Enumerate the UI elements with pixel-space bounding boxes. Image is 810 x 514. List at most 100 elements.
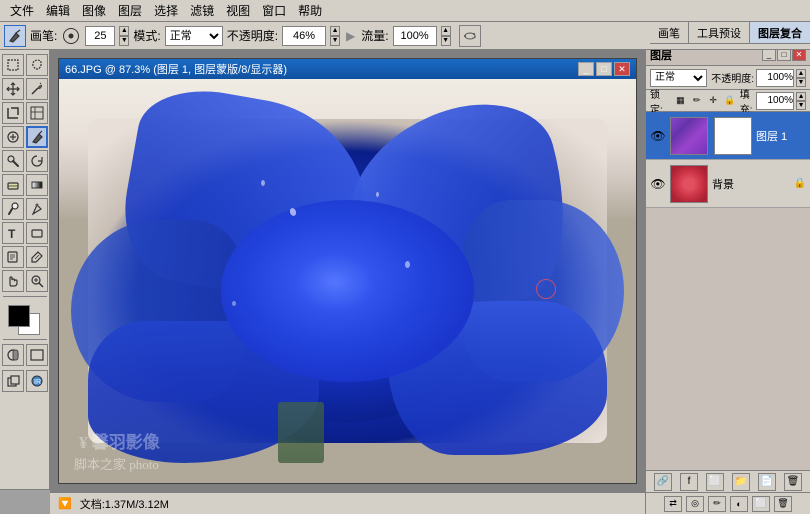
- fill-up[interactable]: ▲: [796, 92, 806, 101]
- brush-preview[interactable]: [63, 28, 79, 44]
- main-canvas-area: 66.JPG @ 87.3% (图层 1, 图层蒙版/8/显示器) _ □ ✕: [50, 50, 645, 492]
- flow-up[interactable]: ▲: [441, 26, 451, 36]
- layer1-visibility-btn[interactable]: 👁: [650, 128, 666, 144]
- opacity-up[interactable]: ▲: [330, 26, 340, 36]
- brush-size-input[interactable]: [85, 26, 115, 46]
- lock-all-btn[interactable]: 🔒: [723, 94, 735, 108]
- tool-healing[interactable]: [2, 126, 24, 148]
- flow-down[interactable]: ▼: [441, 36, 451, 46]
- mode-select[interactable]: 正常: [165, 26, 223, 46]
- panel-status-btn3[interactable]: ✏: [708, 496, 726, 512]
- panel-status-btn6[interactable]: 🗑: [774, 496, 792, 512]
- layers-mode-select[interactable]: 正常: [650, 69, 707, 87]
- tool-slice[interactable]: [26, 102, 48, 124]
- flow-input[interactable]: [393, 26, 437, 46]
- foreground-color[interactable]: [8, 305, 30, 327]
- brush-size-up[interactable]: ▲: [119, 26, 129, 36]
- tool-quick-mask[interactable]: [2, 344, 24, 366]
- fill-group: 填充: ▲ ▼: [740, 86, 806, 116]
- tool-shape[interactable]: [26, 222, 48, 244]
- fill-input[interactable]: [756, 92, 794, 110]
- new-group-btn[interactable]: 📁: [732, 473, 750, 491]
- tool-jump-to[interactable]: [2, 370, 24, 392]
- tool-brush[interactable]: [26, 126, 48, 148]
- document-title: 66.JPG @ 87.3% (图层 1, 图层蒙版/8/显示器): [65, 61, 578, 77]
- panel-status-btn1[interactable]: ⇄: [664, 496, 682, 512]
- document-window: 66.JPG @ 87.3% (图层 1, 图层蒙版/8/显示器) _ □ ✕: [58, 58, 637, 484]
- tool-text[interactable]: T: [2, 222, 24, 244]
- delete-layer-btn[interactable]: 🗑: [784, 473, 802, 491]
- window-maximize-btn[interactable]: □: [596, 62, 612, 76]
- tool-marquee-lasso[interactable]: [26, 54, 48, 76]
- menu-view[interactable]: 视图: [220, 0, 256, 21]
- canvas-image[interactable]: ¥ 馨羽影像 脚本之家 photo: [59, 79, 636, 483]
- tool-pen[interactable]: [26, 198, 48, 220]
- add-style-btn[interactable]: f: [680, 473, 698, 491]
- opacity-down[interactable]: ▼: [330, 36, 340, 46]
- tool-eyedropper[interactable]: [26, 246, 48, 268]
- brush-size-down[interactable]: ▼: [119, 36, 129, 46]
- opacity-spinner-layers[interactable]: ▲ ▼: [796, 69, 806, 87]
- airbrush-btn[interactable]: [459, 25, 481, 47]
- add-mask-btn[interactable]: ⬜: [706, 473, 724, 491]
- lock-pixels-btn[interactable]: ✏: [691, 94, 703, 108]
- panel-status-btn5[interactable]: ⬜: [752, 496, 770, 512]
- opacity-input[interactable]: [282, 26, 326, 46]
- tool-move[interactable]: [2, 78, 24, 100]
- tool-eraser[interactable]: [2, 174, 24, 196]
- opacity-spinner[interactable]: ▲ ▼: [330, 26, 340, 46]
- layers-win-controls: _ □ ✕: [762, 49, 806, 61]
- tool-history[interactable]: [26, 150, 48, 172]
- layer-item-bg[interactable]: 👁 背景 🔒: [646, 160, 810, 208]
- tool-crop[interactable]: [2, 102, 24, 124]
- tool-zoom[interactable]: [26, 270, 48, 292]
- menu-edit[interactable]: 编辑: [40, 0, 76, 21]
- tool-gradient[interactable]: [26, 174, 48, 196]
- tool-screen-mode[interactable]: [26, 344, 48, 366]
- tool-imageready[interactable]: IR: [26, 370, 48, 392]
- layers-maximize-btn[interactable]: □: [777, 49, 791, 61]
- menu-image[interactable]: 图像: [76, 0, 112, 21]
- opacity-up-layers[interactable]: ▲: [796, 69, 806, 78]
- tab-tool-preset[interactable]: 工具预设: [689, 22, 750, 43]
- brush-label: 画笔:: [30, 27, 57, 44]
- tool-clone[interactable]: [2, 150, 24, 172]
- layers-close-btn[interactable]: ✕: [792, 49, 806, 61]
- panel-status-btn2[interactable]: ◎: [686, 496, 704, 512]
- menu-select[interactable]: 选择: [148, 0, 184, 21]
- tool-dodge[interactable]: [2, 198, 24, 220]
- menu-window[interactable]: 窗口: [256, 0, 292, 21]
- brush-size-spinner[interactable]: ▲ ▼: [119, 26, 129, 46]
- fill-spinner[interactable]: ▲ ▼: [796, 92, 806, 110]
- fill-down[interactable]: ▼: [796, 101, 806, 110]
- color-selector[interactable]: [8, 305, 42, 335]
- new-layer-btn[interactable]: 📄: [758, 473, 776, 491]
- menu-filter[interactable]: 滤镜: [184, 0, 220, 21]
- tool-hand[interactable]: [2, 270, 24, 292]
- bg-visibility-btn[interactable]: 👁: [650, 176, 666, 192]
- menu-layer[interactable]: 图层: [112, 0, 148, 21]
- bg-name: 背景: [712, 176, 790, 192]
- flow-spinner[interactable]: ▲ ▼: [441, 26, 451, 46]
- layers-opacity-group: 不透明度: ▲ ▼: [711, 69, 806, 87]
- layers-minimize-btn[interactable]: _: [762, 49, 776, 61]
- brush-tool-icon[interactable]: [4, 25, 26, 47]
- layers-panel: 图层 _ □ ✕ 正常 不透明度: ▲ ▼ 锁定: ▦: [646, 44, 810, 514]
- tab-brush[interactable]: 画笔: [650, 22, 689, 43]
- window-minimize-btn[interactable]: _: [578, 62, 594, 76]
- tool-notes[interactable]: [2, 246, 24, 268]
- lock-position-btn[interactable]: ✛: [707, 94, 719, 108]
- lock-transparent-btn[interactable]: ▦: [674, 94, 686, 108]
- menu-help[interactable]: 帮助: [292, 0, 328, 21]
- window-close-btn[interactable]: ✕: [614, 62, 630, 76]
- layers-opacity-input[interactable]: [756, 69, 794, 87]
- panel-status-btn4[interactable]: ◐: [730, 496, 748, 512]
- tab-layer-comp[interactable]: 图层复合: [750, 22, 810, 43]
- svg-text:T: T: [8, 227, 16, 240]
- tool-magic-wand[interactable]: [26, 78, 48, 100]
- menu-file[interactable]: 文件: [4, 0, 40, 21]
- layer-item-1[interactable]: 👁 图层 1: [646, 112, 810, 160]
- window-controls: _ □ ✕: [578, 62, 630, 76]
- link-layers-btn[interactable]: 🔗: [654, 473, 672, 491]
- tool-marquee-rect[interactable]: [2, 54, 24, 76]
